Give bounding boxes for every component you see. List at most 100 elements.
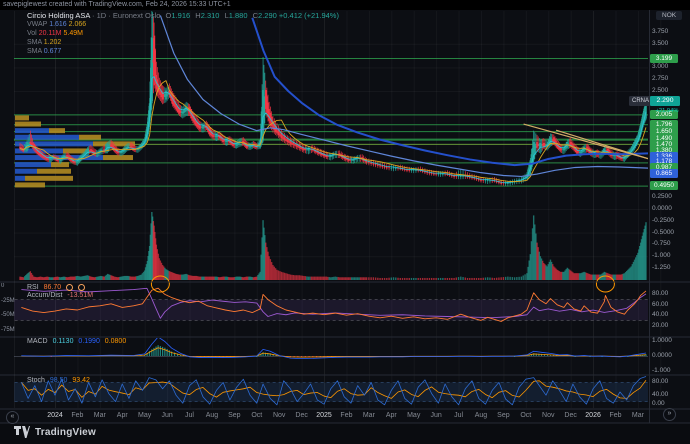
last-price-badge: 2.290 xyxy=(650,96,680,106)
go-to-realtime-button[interactable]: » xyxy=(663,408,676,421)
symbol-exchange: Euronext Oslo xyxy=(113,11,161,20)
accdist-legend-row[interactable]: Accum/Dist -13.51M xyxy=(27,292,96,300)
tradingview-logo-icon xyxy=(14,426,30,438)
rsi-tick-label: 40.00 xyxy=(652,311,688,319)
ohlc-close: 2.290 xyxy=(258,11,277,20)
time-month-label: Mar xyxy=(363,412,375,419)
stoch-tick-label: 40.00 xyxy=(652,391,688,399)
macd-tick-label: -1.000 xyxy=(652,367,688,375)
price-tick-label: -0.5000 xyxy=(652,229,688,237)
sma2-legend-row[interactable]: SMA 0.677 xyxy=(27,48,339,56)
time-month-label: Nov xyxy=(273,412,285,419)
accdist-left-tick: -50M xyxy=(1,312,16,319)
time-month-label: Sep xyxy=(228,412,240,419)
vwap-value-1: 1.616 xyxy=(49,21,67,28)
tradingview-chart-window: savepiglewest created with TradingView.c… xyxy=(0,0,690,444)
last-price-change-badge: +21.94% xyxy=(654,107,680,115)
legend-separator: · xyxy=(92,11,95,20)
time-month-label: May xyxy=(138,412,151,419)
price-tick-label: 2.750 xyxy=(652,75,688,83)
price-tick-label: 0.2500 xyxy=(652,193,688,201)
accdist-left-tick: 0 xyxy=(1,283,16,290)
price-tick-label: -0.2500 xyxy=(652,217,688,225)
stoch-legend-row[interactable]: Stoch 98.50 93.42 xyxy=(27,377,93,385)
time-month-label: Oct xyxy=(520,412,531,419)
time-month-label: Jun xyxy=(430,412,441,419)
sma1-legend-row[interactable]: SMA 1.202 xyxy=(27,39,339,47)
rsi-tick-label: 60.00 xyxy=(652,301,688,309)
accdist-value: -13.51M xyxy=(67,292,93,299)
macd-legend-row[interactable]: MACD 0.1130 0.1990 0.0800 xyxy=(27,338,129,346)
tradingview-logo[interactable]: TradingView xyxy=(14,426,96,438)
symbol-title: Circio Holding ASA xyxy=(27,11,90,20)
ohlc-open: 1.916 xyxy=(171,11,190,20)
time-month-label: Mar xyxy=(94,412,106,419)
attribution-text: savepiglewest created with TradingView.c… xyxy=(0,0,690,10)
volume-legend-row[interactable]: Vol 20.11M 5.49M xyxy=(27,30,339,38)
macd-signal-value: 0.0800 xyxy=(105,338,126,345)
macd-hist-value: 0.1130 xyxy=(53,338,74,345)
ohlc-change: +0.412 (+21.94%) xyxy=(279,11,339,20)
rsi-eye-icon[interactable] xyxy=(66,284,73,291)
volume-ma-value: 5.49M xyxy=(63,30,82,37)
rsi-menu-icon[interactable] xyxy=(78,284,85,291)
main-chart-canvas[interactable] xyxy=(0,0,690,444)
price-level-badge: 3.199 xyxy=(650,54,678,63)
time-month-label: Feb xyxy=(71,412,83,419)
price-level-badge: 0.4950 xyxy=(650,181,678,190)
time-year-label: 2024 xyxy=(47,412,63,419)
sma1-value: 1.202 xyxy=(44,39,62,46)
price-level-badge: 0.865 xyxy=(650,169,678,178)
price-tick-label: 3.750 xyxy=(652,28,688,36)
time-month-label: Feb xyxy=(340,412,352,419)
rsi-tick-label: 80.00 xyxy=(652,290,688,298)
scroll-left-button[interactable]: « xyxy=(6,411,19,424)
time-month-label: Jul xyxy=(454,412,463,419)
time-month-label: Nov xyxy=(542,412,554,419)
stoch-k-value: 98.50 xyxy=(50,377,68,384)
ohlc-low: 1.880 xyxy=(229,11,248,20)
time-month-label: Mar xyxy=(632,412,644,419)
stoch-d-value: 93.42 xyxy=(72,377,90,384)
price-tick-label: -1.000 xyxy=(652,252,688,260)
time-month-label: Jun xyxy=(161,412,172,419)
time-month-label: Dec xyxy=(295,412,307,419)
price-tick-label: 2.500 xyxy=(652,87,688,95)
stoch-tick-label: 80.00 xyxy=(652,378,688,386)
time-month-label: Feb xyxy=(609,412,621,419)
legend-separator: · xyxy=(108,11,111,20)
ohlc-high: 2.310 xyxy=(201,11,220,20)
tradingview-logo-text: TradingView xyxy=(35,427,96,438)
vwap-legend-row[interactable]: VWAP 1.616 2.066 xyxy=(27,21,339,29)
currency-unit-label[interactable]: NOK xyxy=(656,11,682,20)
main-legend: Circio Holding ASA · 1D · Euronext Oslo … xyxy=(27,12,339,57)
time-month-label: May xyxy=(407,412,420,419)
rsi-tick-label: 20.00 xyxy=(652,322,688,330)
time-month-label: Apr xyxy=(117,412,128,419)
time-year-label: 2026 xyxy=(585,412,601,419)
time-month-label: Oct xyxy=(251,412,262,419)
sma2-value: 0.677 xyxy=(44,48,62,55)
time-month-label: Jul xyxy=(185,412,194,419)
last-price-ticker-chip: CRNA xyxy=(629,96,652,106)
price-tick-label: 0.0000 xyxy=(652,205,688,213)
price-tick-label: 3.500 xyxy=(652,40,688,48)
price-tick-label: 3.000 xyxy=(652,63,688,71)
macd-tick-label: 1.0000 xyxy=(652,337,688,345)
macd-line-value: 0.1990 xyxy=(78,338,99,345)
price-tick-label: -1.250 xyxy=(652,264,688,272)
time-month-label: Dec xyxy=(564,412,576,419)
time-year-label: 2025 xyxy=(316,412,332,419)
price-tick-label: -0.750 xyxy=(652,240,688,248)
accdist-left-tick: -25M xyxy=(1,298,16,305)
rsi-value: 86.70 xyxy=(44,284,62,291)
volume-value: 20.11M xyxy=(39,30,62,37)
symbol-legend-row[interactable]: Circio Holding ASA · 1D · Euronext Oslo … xyxy=(27,12,339,20)
time-month-label: Aug xyxy=(206,412,218,419)
symbol-interval[interactable]: 1D xyxy=(97,11,107,20)
stoch-tick-label: 0.00 xyxy=(652,400,688,408)
vwap-value-2: 2.066 xyxy=(69,21,87,28)
accdist-left-tick: -75M xyxy=(1,327,16,334)
macd-tick-label: 0.0000 xyxy=(652,352,688,360)
time-month-label: Sep xyxy=(497,412,509,419)
